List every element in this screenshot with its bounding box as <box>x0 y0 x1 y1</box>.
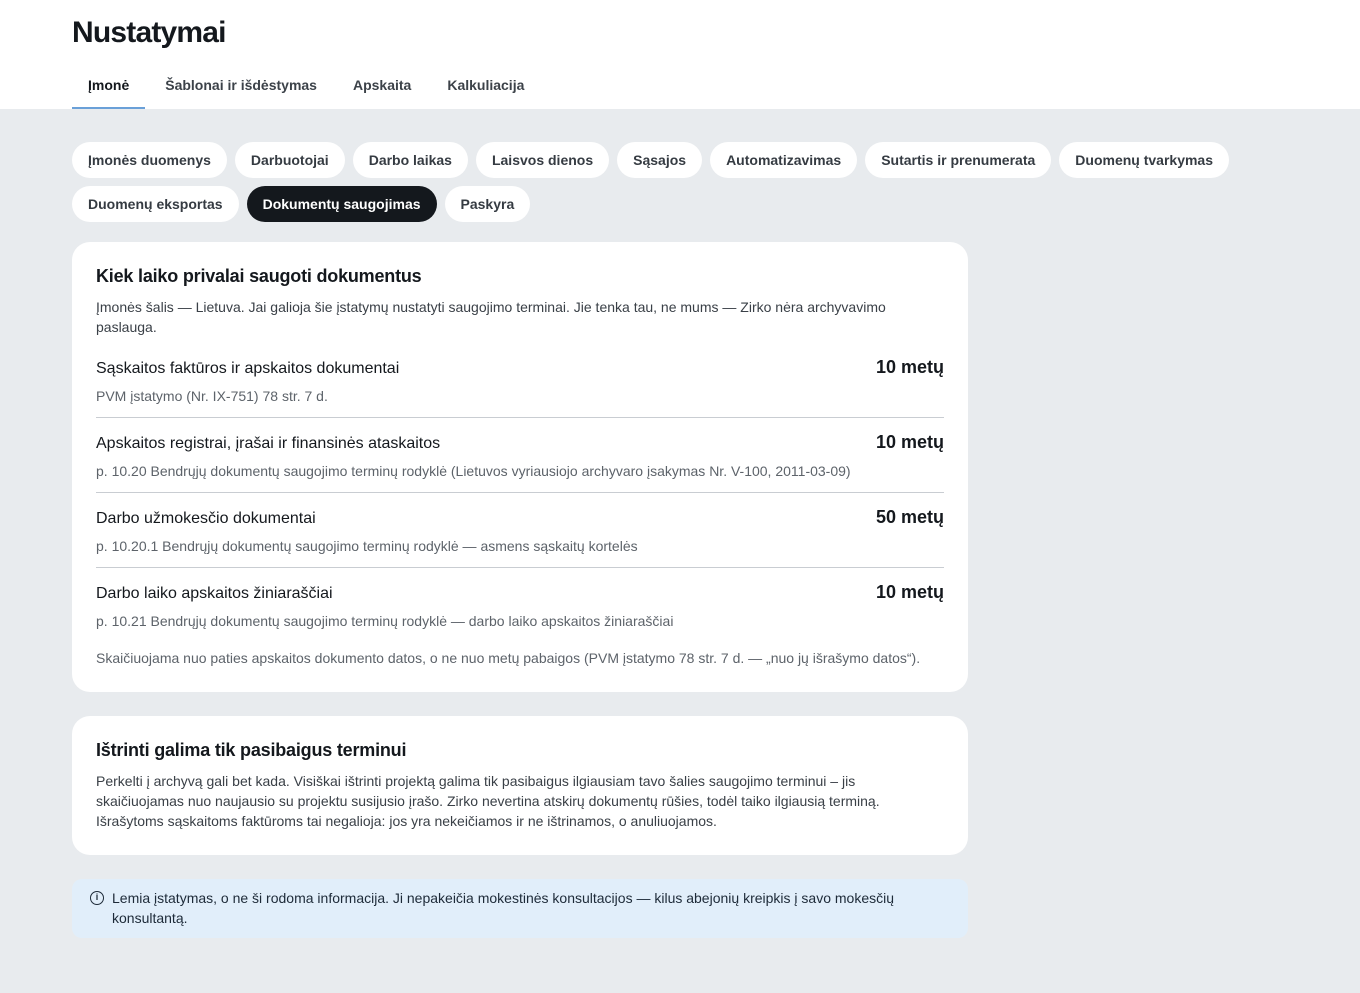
retention-row: Darbo užmokesčio dokumentai 50 metų p. 1… <box>96 493 944 568</box>
page-header: Nustatymai Įmonė Šablonai ir išdėstymas … <box>0 0 1360 109</box>
row-value: 10 metų <box>875 357 944 377</box>
content-area: Įmonės duomenys Darbuotojai Darbo laikas… <box>0 109 1360 938</box>
pill-paskyra[interactable]: Paskyra <box>444 186 531 222</box>
pill-imones-duomenys[interactable]: Įmonės duomenys <box>72 142 227 178</box>
tab-imone[interactable]: Įmonė <box>72 62 146 109</box>
deletion-card: Ištrinti galima tik pasibaigus terminui … <box>72 716 968 855</box>
retention-title: Kiek laiko privalai saugoti dokumentus <box>96 266 422 286</box>
row-value: 10 metų <box>875 582 944 602</box>
row-value: 10 metų <box>875 432 944 452</box>
pill-laisvos-dienos[interactable]: Laisvos dienos <box>475 142 610 178</box>
deletion-description: Perkelti į archyvą gali bet kada. Visišk… <box>96 773 880 829</box>
row-name: Sąskaitos faktūros ir apskaitos dokument… <box>96 360 400 377</box>
settings-subnav: Įmonės duomenys Darbuotojai Darbo laikas… <box>72 142 1252 222</box>
row-value: 50 metų <box>875 507 944 527</box>
pill-duomenu-tvarkymas[interactable]: Duomenų tvarkymas <box>1059 142 1229 178</box>
retention-row: Sąskaitos faktūros ir apskaitos dokument… <box>96 343 944 418</box>
retention-note: Skaičiuojama nuo paties apskaitos dokume… <box>96 650 921 666</box>
row-name: Darbo užmokesčio dokumentai <box>96 510 316 527</box>
row-reference: p. 10.21 Bendrųjų dokumentų saugojimo te… <box>96 613 674 629</box>
info-icon: i <box>90 891 104 905</box>
pill-duomenu-eksportas[interactable]: Duomenų eksportas <box>72 186 239 222</box>
pill-automatizavimas[interactable]: Automatizavimas <box>710 142 858 178</box>
retention-row: Apskaitos registrai, įrašai ir finansinė… <box>96 418 944 493</box>
row-reference: p. 10.20.1 Bendrųjų dokumentų saugojimo … <box>96 538 638 554</box>
pill-sutartis[interactable]: Sutartis ir prenumerata <box>865 142 1052 178</box>
pill-darbuotojai[interactable]: Darbuotojai <box>234 142 345 178</box>
info-text: Lemia įstatymas, o ne ši rodoma informac… <box>112 890 895 926</box>
tab-kalkuliacija[interactable]: Kalkuliacija <box>431 62 540 109</box>
deletion-title: Ištrinti galima tik pasibaigus terminui <box>96 740 407 760</box>
retention-description: Įmonės šalis — Lietuva. Jai galioja šie … <box>96 299 886 335</box>
pill-dokumentu-saugojimas[interactable]: Dokumentų saugojimas <box>246 186 437 222</box>
main-tabs: Įmonė Šablonai ir išdėstymas Apskaita Ka… <box>72 62 544 109</box>
tab-sablonai[interactable]: Šablonai ir išdėstymas <box>149 62 333 109</box>
pill-sasajos[interactable]: Sąsajos <box>617 142 703 178</box>
row-reference: p. 10.20 Bendrųjų dokumentų saugojimo te… <box>96 463 851 479</box>
row-name: Darbo laiko apskaitos žiniaraščiai <box>96 585 333 602</box>
tab-apskaita[interactable]: Apskaita <box>337 62 427 109</box>
page-title: Nustatymai <box>72 16 227 49</box>
row-reference: PVM įstatymo (Nr. IX-751) 78 str. 7 d. <box>96 388 328 404</box>
retention-card: Kiek laiko privalai saugoti dokumentus Į… <box>72 242 968 692</box>
info-banner: i Lemia įstatymas, o ne ši rodoma inform… <box>72 879 968 938</box>
row-name: Apskaitos registrai, įrašai ir finansinė… <box>96 435 441 452</box>
retention-list: Sąskaitos faktūros ir apskaitos dokument… <box>96 343 944 642</box>
retention-row: Darbo laiko apskaitos žiniaraščiai 10 me… <box>96 568 944 642</box>
pill-darbo-laikas[interactable]: Darbo laikas <box>352 142 468 178</box>
